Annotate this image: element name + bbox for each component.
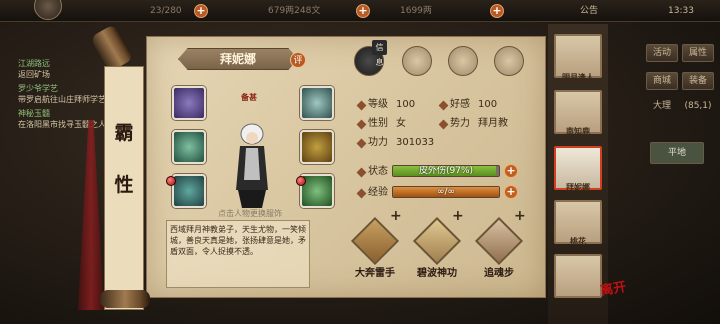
heal-button[interactable]: + xyxy=(504,164,518,178)
add-energy-button[interactable]: + xyxy=(194,4,208,18)
equip-slot-necklace[interactable] xyxy=(300,86,334,120)
bag-icon[interactable] xyxy=(402,46,432,76)
equip-slot-ring[interactable] xyxy=(172,174,206,208)
location-name: 大理 xyxy=(652,101,671,111)
force-label: 势力 xyxy=(450,118,470,129)
skill-name-2: 碧波神功 xyxy=(417,268,457,279)
force-value: 拜月教 xyxy=(478,118,508,129)
skill-name-1: 大奔雷手 xyxy=(355,268,395,279)
force-row: 势力 拜月教 xyxy=(450,118,508,130)
gold-value: 1699两 xyxy=(400,6,432,16)
equipment-button[interactable]: 装备 xyxy=(682,72,714,90)
gender-value: 女 xyxy=(396,118,406,129)
quest-body: 带罗启航往山庄拜师学艺 xyxy=(18,95,106,104)
left-title-char-1: 霸 xyxy=(114,122,134,144)
character-description: 西域拜月神教弟子，天生尤物，一笑倾城，善良天真是她，张扬肆意是她，矛盾双面，令人… xyxy=(166,220,310,288)
game-screen: 23/280 + 679两248文 + 1699两 + 公告 13:33 江湖路… xyxy=(0,0,720,324)
exp-bar: ∞/∞ xyxy=(392,186,500,198)
skill-upgrade-icon[interactable]: + xyxy=(514,208,526,224)
companion-name-3: 拜妮娜 xyxy=(566,183,590,192)
favor-value: 100 xyxy=(478,99,498,110)
activity-button[interactable]: 活动 xyxy=(646,44,678,62)
shop-button[interactable]: 商城 xyxy=(646,72,678,90)
equip-slot-weapon[interactable] xyxy=(172,130,206,164)
gender-label: 性别 xyxy=(368,118,388,129)
add-copper-button[interactable]: + xyxy=(356,4,370,18)
quest-title: 罗少爷学艺 xyxy=(18,84,58,93)
level-value: 100 xyxy=(396,99,416,110)
exp-label: 经验 xyxy=(368,187,388,198)
rate-button[interactable]: 评 xyxy=(290,52,306,68)
quest-list: 江湖路远返回矿场 罗少爷学艺带罗启航往山庄拜师学艺 神秘玉髓 在洛阳黑市找寻玉髓之… xyxy=(18,58,110,168)
companion-portrait-5[interactable] xyxy=(554,254,602,298)
skill-name-3: 追魂步 xyxy=(484,268,514,279)
gender-row: 性别女 xyxy=(368,118,406,130)
quest-item[interactable]: 江湖路远 返回矿场 xyxy=(18,58,110,80)
location-coords: (85,1) xyxy=(684,101,712,111)
notice-button[interactable]: 公告 xyxy=(580,0,598,22)
character-name: 拜妮娜 xyxy=(178,48,298,70)
exp-text: ∞/∞ xyxy=(436,187,456,197)
quest-item[interactable]: 罗少爷学艺带罗启航往山庄拜师学艺 xyxy=(18,83,110,105)
status-text: 皮外伤(97%) xyxy=(418,166,474,176)
quest-body: 返回矿场 xyxy=(18,70,50,79)
companion-name-1: 明月逢人 xyxy=(562,73,594,82)
meridian-icon[interactable] xyxy=(494,46,524,76)
add-gold-button[interactable]: + xyxy=(490,4,504,18)
gem-icon xyxy=(296,176,306,186)
attributes-button[interactable]: 属性 xyxy=(682,44,714,62)
energy-value: 23/280 xyxy=(150,6,182,16)
leave-button[interactable]: 离开 xyxy=(599,276,627,299)
character-figure[interactable] xyxy=(228,120,276,210)
quest-item[interactable]: 神秘玉髓 在洛阳黑市找寻玉髓之人 xyxy=(18,108,110,130)
equip-slot-armor[interactable] xyxy=(300,130,334,164)
status-bar: 皮外伤(97%) xyxy=(392,165,500,177)
favor-row: 好感 100 xyxy=(450,99,497,111)
level-row: 等级 100 xyxy=(368,99,415,111)
level-label: 等级 xyxy=(368,99,388,110)
copper-value: 679两248文 xyxy=(268,6,321,16)
favor-label: 好感 xyxy=(450,99,470,110)
quest-title: 江湖路远 xyxy=(18,59,50,68)
terrain-button[interactable]: 平地 xyxy=(650,142,704,164)
clock: 13:33 xyxy=(668,6,694,16)
equip-slot-hat[interactable] xyxy=(172,86,206,120)
scroll-roller-bottom xyxy=(100,290,150,308)
yin-yang-icon[interactable] xyxy=(448,46,478,76)
companion-name-2: 南知鹿 xyxy=(566,127,590,136)
left-title-char-2: 性 xyxy=(114,174,134,196)
status-label: 状态 xyxy=(368,166,388,177)
quest-title: 神秘玉髓 xyxy=(18,109,50,118)
skill-upgrade-icon[interactable]: + xyxy=(452,208,464,224)
gem-icon xyxy=(166,176,176,186)
seal-badge: 信息 xyxy=(372,40,387,67)
change-outfit-hint: 点击人物更换服饰 xyxy=(218,209,282,218)
power-value: 301033 xyxy=(396,137,435,148)
power-label: 功力 xyxy=(368,137,388,148)
avatar[interactable] xyxy=(34,0,62,20)
top-bar: 23/280 + 679两248文 + 1699两 + 公告 13:33 xyxy=(0,0,720,22)
companion-name-4: 桃花 xyxy=(570,237,586,246)
add-exp-button[interactable]: + xyxy=(504,185,518,199)
skill-upgrade-icon[interactable]: + xyxy=(390,208,402,224)
power-row: 功力 301033 xyxy=(368,137,434,149)
outfit-badge[interactable]: 备甚 xyxy=(236,92,262,108)
